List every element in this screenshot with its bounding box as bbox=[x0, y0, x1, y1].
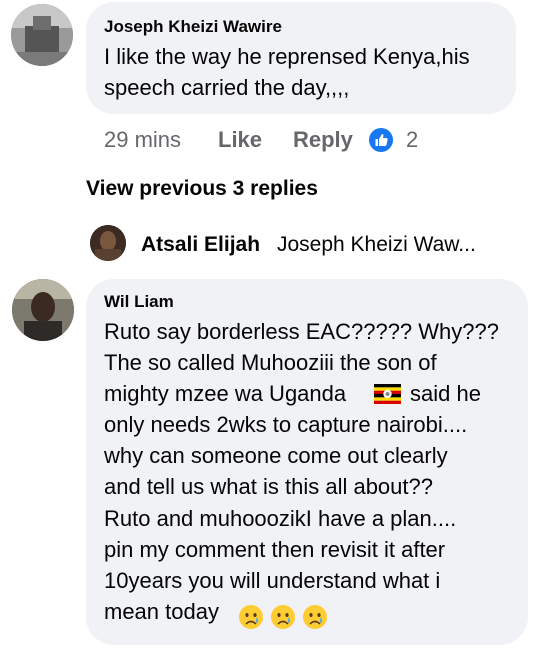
reply-author[interactable]: Atsali Elijah bbox=[141, 233, 260, 257]
avatar[interactable] bbox=[11, 4, 73, 66]
comment-text-line: 10years you will understand what i bbox=[104, 568, 441, 593]
comment-timestamp[interactable]: 29 mins bbox=[104, 127, 181, 153]
comment-text-line: I like the way he reprensed Kenya,his bbox=[104, 44, 470, 69]
avatar-photo bbox=[90, 225, 126, 261]
reply-button[interactable]: Reply bbox=[293, 127, 353, 153]
crying-face-icon bbox=[302, 604, 328, 630]
comment-author[interactable]: Wil Liam bbox=[104, 292, 174, 312]
comment-text-line: The so called Muhooziii the son of bbox=[104, 350, 437, 375]
avatar-photo bbox=[12, 279, 74, 341]
like-button[interactable]: Like bbox=[218, 127, 262, 153]
like-reaction-icon[interactable] bbox=[369, 128, 393, 152]
comment-text-line: only needs 2wks to capture nairobi.... bbox=[104, 412, 468, 437]
comment-text-line: mean today bbox=[104, 599, 219, 624]
uganda-flag-icon bbox=[374, 384, 401, 404]
comment-text-line: said he bbox=[410, 381, 481, 406]
avatar-photo bbox=[11, 4, 73, 66]
crying-face-icon bbox=[238, 604, 264, 630]
comment-text-line: Ruto and muhooozikI have a plan.... bbox=[104, 506, 457, 531]
comment-text-line: mighty mzee wa Uganda bbox=[104, 381, 347, 406]
comment-text-line: why can someone come out clearly bbox=[104, 443, 448, 468]
reply-snippet: Joseph Kheizi Waw... bbox=[277, 233, 476, 256]
avatar[interactable] bbox=[12, 279, 74, 341]
avatar[interactable] bbox=[90, 225, 126, 261]
comment-text-line: Ruto say borderless EAC????? Why??? bbox=[104, 319, 499, 344]
crying-face-icon bbox=[270, 604, 296, 630]
comment-author[interactable]: Joseph Kheizi Wawire bbox=[104, 17, 282, 37]
reaction-count: 2 bbox=[406, 127, 419, 152]
comment-text-line: pin my comment then revisit it after bbox=[104, 537, 446, 562]
comment-text-line: and tell us what is this all about?? bbox=[104, 474, 433, 499]
comment-text-line: speech carried the day,,,, bbox=[104, 75, 350, 100]
view-previous-replies-link[interactable]: View previous 3 replies bbox=[86, 177, 318, 201]
